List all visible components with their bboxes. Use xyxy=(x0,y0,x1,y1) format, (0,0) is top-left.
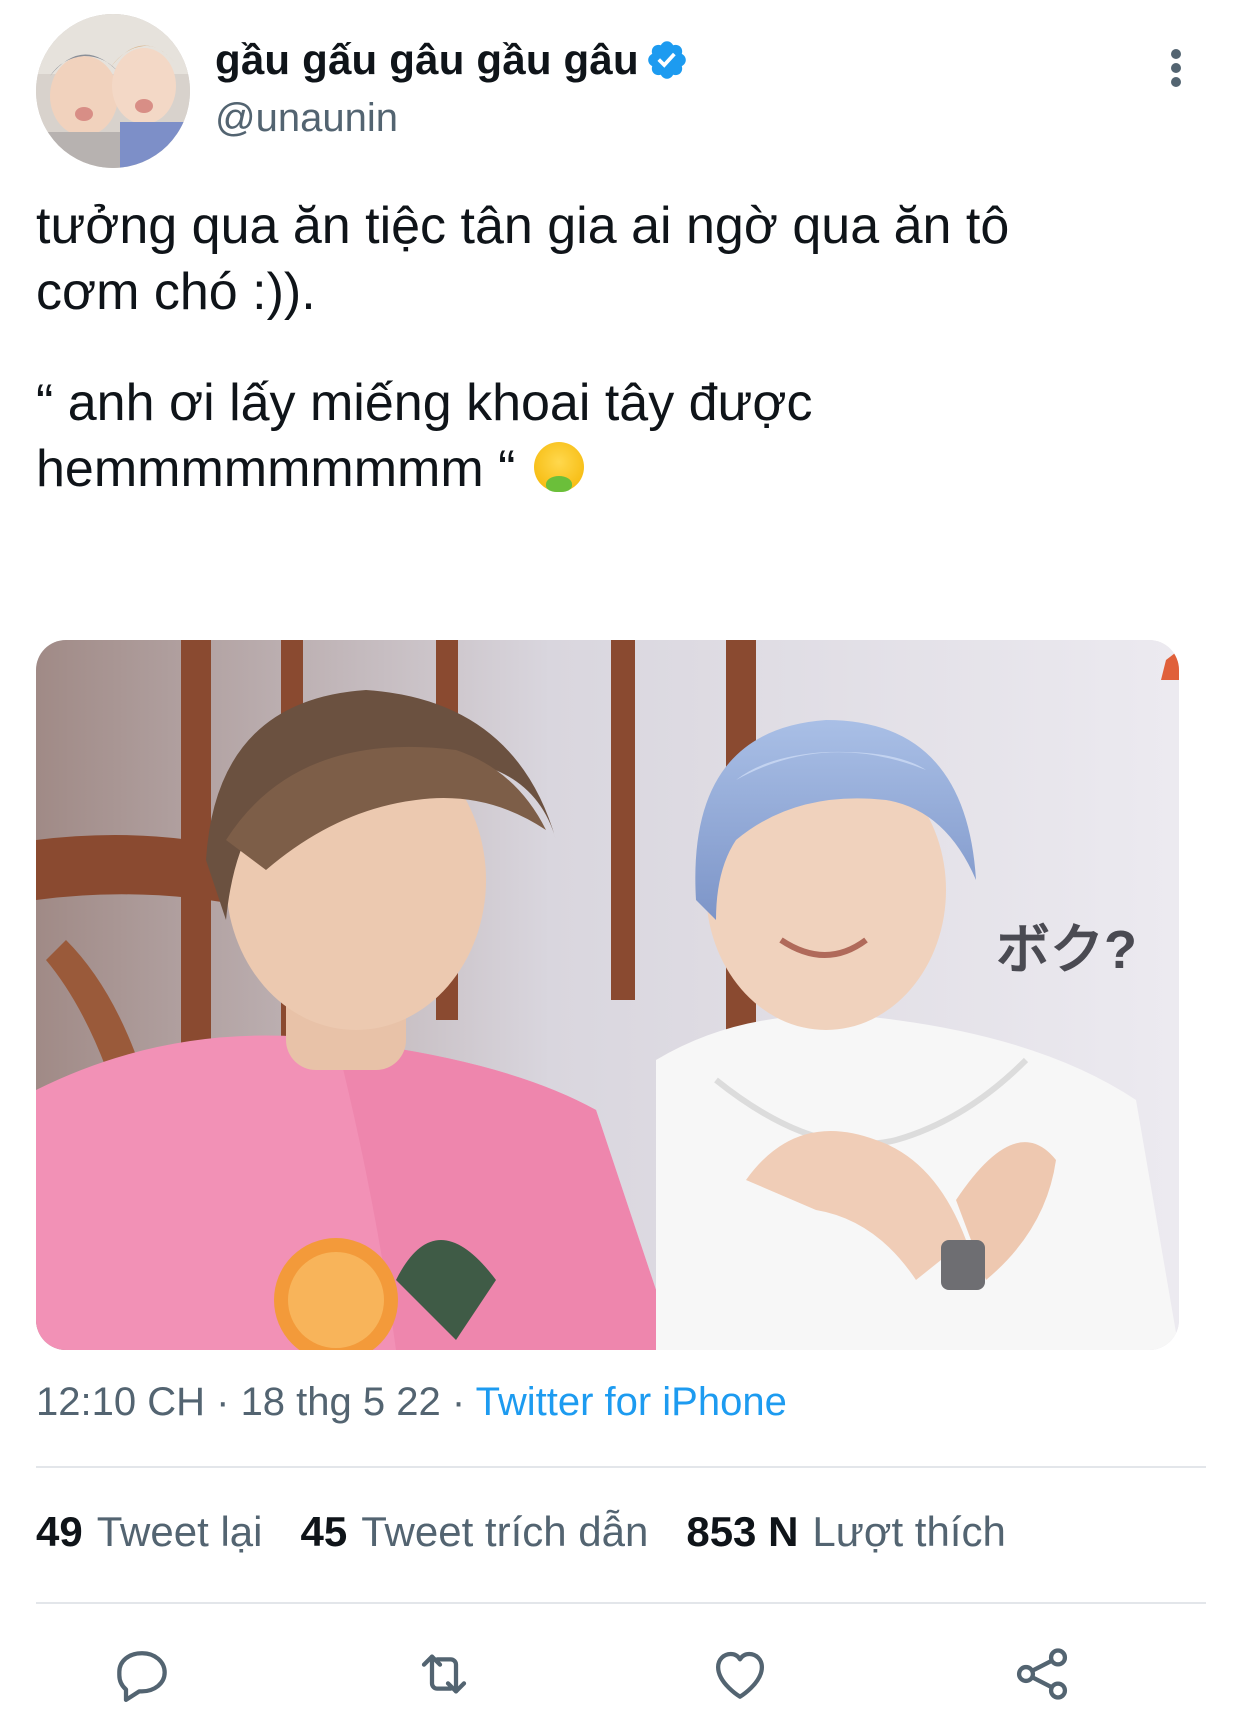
author-avatar[interactable] xyxy=(36,14,190,168)
retweets-count: 49 xyxy=(36,1508,83,1555)
likes-label: Lượt thích xyxy=(812,1508,1006,1555)
author-name-row[interactable]: gầu gấu gâu gầu gâu xyxy=(215,30,689,90)
tweet-media-image[interactable] xyxy=(36,640,1179,1350)
likes-count: 853 N xyxy=(686,1508,799,1555)
more-dot xyxy=(1171,49,1181,59)
likes-stat[interactable]: 853 N Lượt thích xyxy=(686,1508,1006,1556)
reply-icon[interactable] xyxy=(110,1642,174,1706)
more-dot xyxy=(1171,77,1181,87)
author-name[interactable]: gầu gấu gâu gầu gâu xyxy=(215,36,639,84)
nauseated-face-icon xyxy=(533,442,584,492)
tweet-text-quote: “ anh ơi lấy miếng khoai tây được hemmmm… xyxy=(36,374,813,498)
tweet-time[interactable]: 12:10 CH xyxy=(36,1380,205,1424)
tweet-action-bar xyxy=(0,1642,1242,1706)
tweet-text-paragraph-2: “ anh ơi lấy miếng khoai tây được hemmmm… xyxy=(36,370,1206,502)
quotes-count: 45 xyxy=(300,1508,348,1555)
tweet-date[interactable]: 18 thg 5 22 xyxy=(241,1380,441,1424)
more-options-icon[interactable] xyxy=(1158,46,1194,87)
quotes-label: Tweet trích dẫn xyxy=(361,1508,649,1555)
retweet-icon[interactable] xyxy=(412,1642,476,1706)
like-icon[interactable] xyxy=(708,1642,772,1706)
divider xyxy=(36,1602,1206,1604)
share-icon[interactable] xyxy=(1010,1642,1074,1706)
meta-separator: · xyxy=(451,1380,466,1424)
retweets-stat[interactable]: 49 Tweet lại xyxy=(36,1508,262,1556)
meta-separator: · xyxy=(216,1380,230,1424)
retweets-label: Tweet lại xyxy=(96,1508,263,1555)
tweet-source-link[interactable]: Twitter for iPhone xyxy=(476,1380,787,1424)
quotes-stat[interactable]: 45 Tweet trích dẫn xyxy=(300,1508,648,1556)
media-caption-text: ボク? xyxy=(996,920,1137,980)
tweet-text-paragraph-1: tưởng qua ăn tiệc tân gia ai ngờ qua ăn … xyxy=(36,197,1010,321)
tweet-meta: 12:10 CH · 18 thg 5 22 · Twitter for iPh… xyxy=(36,1380,787,1425)
verified-badge-icon xyxy=(648,41,686,79)
more-dot xyxy=(1171,63,1181,73)
tweet-stats: 49 Tweet lại 45 Tweet trích dẫn 853 N Lượt … xyxy=(36,1508,1044,1556)
divider xyxy=(36,1466,1206,1468)
author-handle[interactable]: @unaunin xyxy=(215,96,398,141)
